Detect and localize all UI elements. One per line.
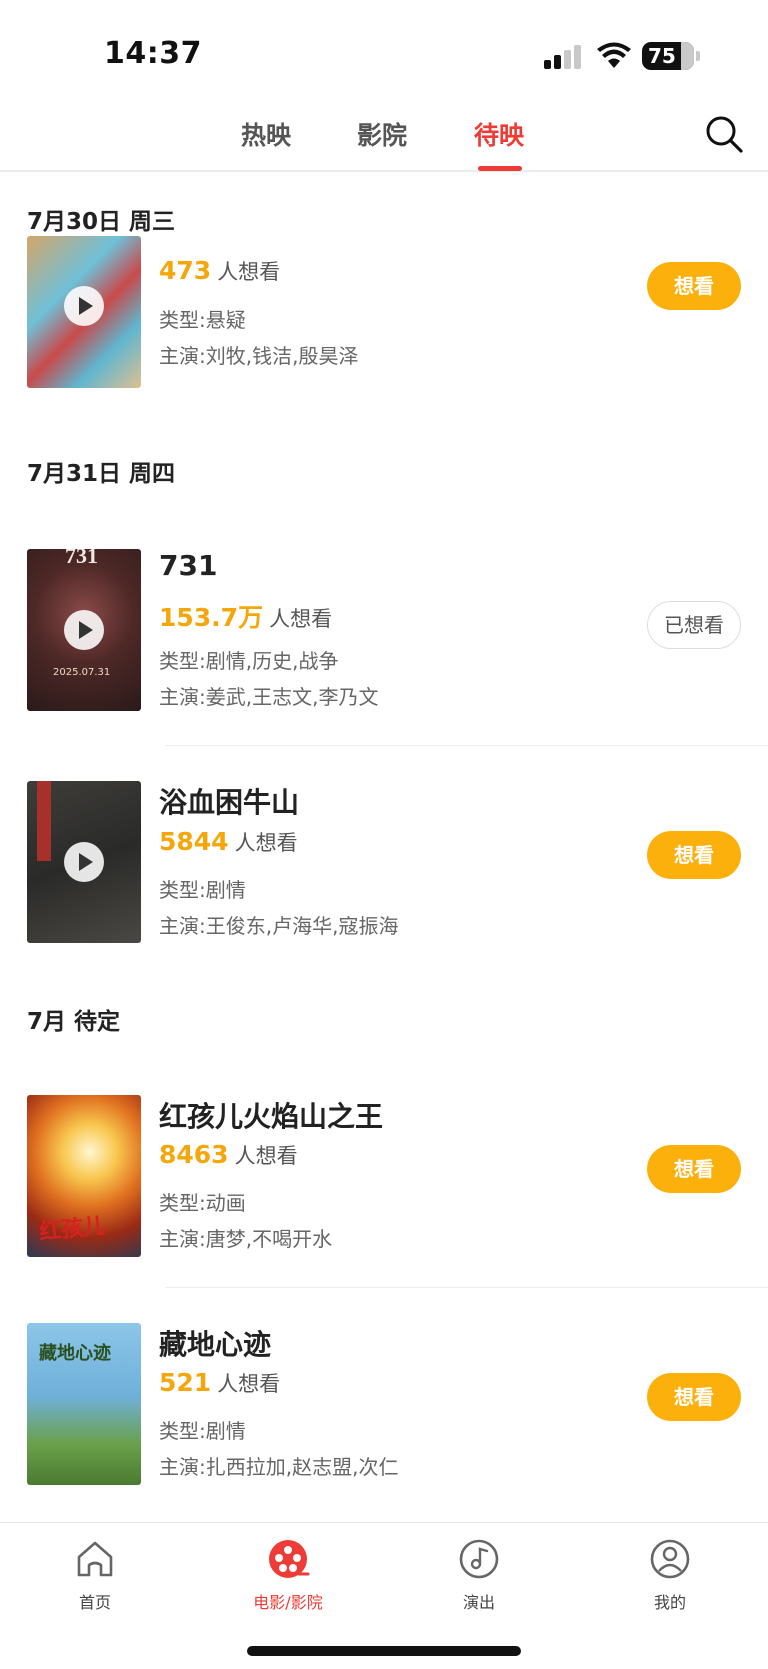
nav-movies[interactable]: 电影/影院 — [228, 1537, 348, 1613]
want-suffix: 人想看 — [234, 831, 298, 855]
movie-cast: 主演:王俊东,卢海华,寇振海 — [159, 914, 399, 938]
want-number: 473 — [159, 256, 212, 285]
poster-title-text: 731 — [65, 549, 98, 568]
want-to-watch-button[interactable]: 想看 — [647, 1145, 741, 1193]
nav-label: 演出 — [462, 1593, 495, 1612]
date-header: 7月 待定 — [27, 1009, 121, 1035]
want-count: 8463 人想看 — [159, 1140, 298, 1170]
cellular-signal-icon — [544, 45, 584, 69]
movie-genre: 类型:动画 — [159, 1191, 246, 1215]
movie-cast: 主演:唐梦,不喝开水 — [159, 1227, 333, 1251]
movie-poster[interactable]: 藏地心迹 — [27, 1323, 141, 1485]
music-disc-icon — [459, 1539, 499, 1579]
tab-cinemas[interactable]: 影院 — [357, 116, 407, 152]
want-count: 521 人想看 — [159, 1368, 280, 1398]
movie-poster[interactable]: 红孩儿 — [27, 1095, 141, 1257]
movie-title: 藏地心迹 — [159, 1328, 272, 1361]
poster-title-text: 藏地心迹 — [39, 1343, 111, 1363]
film-reel-icon — [269, 1540, 310, 1578]
movie-poster[interactable] — [27, 236, 141, 388]
status-time: 14:37 — [104, 36, 202, 71]
home-icon — [77, 1541, 113, 1577]
want-to-watch-button[interactable]: 想看 — [647, 831, 741, 879]
home-indicator — [247, 1646, 521, 1656]
profile-icon — [650, 1539, 690, 1579]
movie-cast: 主演:扎西拉加,赵志盟,次仁 — [159, 1455, 399, 1479]
active-tab-underline — [478, 166, 522, 171]
want-suffix: 人想看 — [269, 607, 333, 631]
list-divider — [166, 1287, 768, 1288]
top-tab-bar: 热映 影院 待映 — [0, 100, 768, 172]
wifi-icon — [597, 42, 631, 68]
date-header: 7月31日 周四 — [27, 461, 176, 487]
want-to-watch-button[interactable]: 想看 — [647, 262, 741, 310]
movie-cast: 主演:姜武,王志文,李乃文 — [159, 685, 379, 709]
nav-profile[interactable]: 我的 — [610, 1537, 730, 1613]
poster-date-text: 2025.07.31 — [53, 667, 111, 678]
list-divider — [166, 745, 768, 746]
want-to-watch-button[interactable]: 想看 — [647, 1373, 741, 1421]
tab-now-showing[interactable]: 热映 — [241, 116, 291, 152]
poster-flag — [37, 781, 51, 861]
want-suffix: 人想看 — [234, 1144, 298, 1168]
want-number: 8463 — [159, 1140, 229, 1169]
play-icon[interactable] — [64, 842, 104, 882]
nav-label: 我的 — [653, 1593, 686, 1612]
movie-genre: 类型:剧情 — [159, 1419, 246, 1443]
want-count: 473 人想看 — [159, 256, 280, 286]
nav-home[interactable]: 首页 — [35, 1537, 155, 1613]
coming-soon-list[interactable]: 7月30日 周三 473 人想看 类型:悬疑 主演:刘牧,钱洁,殷昊泽 想看 7月… — [0, 174, 768, 1522]
search-icon[interactable] — [704, 114, 744, 154]
poster-title-text: 红孩儿 — [38, 1213, 107, 1246]
battery-percent: 75 — [648, 44, 676, 68]
already-wanted-button[interactable]: 已想看 — [647, 601, 741, 649]
nav-shows[interactable]: 演出 — [419, 1537, 539, 1613]
movie-genre: 类型:悬疑 — [159, 308, 246, 332]
play-icon[interactable] — [64, 286, 104, 326]
want-suffix: 人想看 — [217, 260, 281, 284]
tab-coming-soon[interactable]: 待映 — [474, 116, 524, 152]
battery-level — [681, 42, 694, 70]
movie-genre: 类型:剧情 — [159, 878, 246, 902]
want-count: 153.7万 人想看 — [159, 598, 332, 634]
play-icon[interactable] — [64, 610, 104, 650]
nav-label: 电影/影院 — [253, 1593, 323, 1612]
movie-genre: 类型:剧情,历史,战争 — [159, 649, 339, 673]
status-bar: 14:37 75 — [0, 0, 768, 100]
movie-poster[interactable]: 731 2025.07.31 — [27, 549, 141, 711]
movie-cast: 主演:刘牧,钱洁,殷昊泽 — [159, 344, 359, 368]
want-number: 521 — [159, 1368, 212, 1397]
movie-title: 731 — [159, 549, 218, 582]
want-number: 5844 — [159, 827, 229, 856]
movie-poster[interactable] — [27, 781, 141, 943]
movie-title: 浴血困牛山 — [159, 786, 300, 819]
want-count: 5844 人想看 — [159, 827, 298, 857]
movie-title: 红孩儿火焰山之王 — [159, 1100, 384, 1133]
want-suffix: 人想看 — [217, 1372, 281, 1396]
date-header: 7月30日 周三 — [27, 209, 176, 235]
want-number: 153.7万 — [159, 603, 264, 632]
nav-label: 首页 — [78, 1593, 111, 1612]
battery-indicator: 75 — [642, 42, 694, 70]
battery-cap — [696, 51, 700, 61]
